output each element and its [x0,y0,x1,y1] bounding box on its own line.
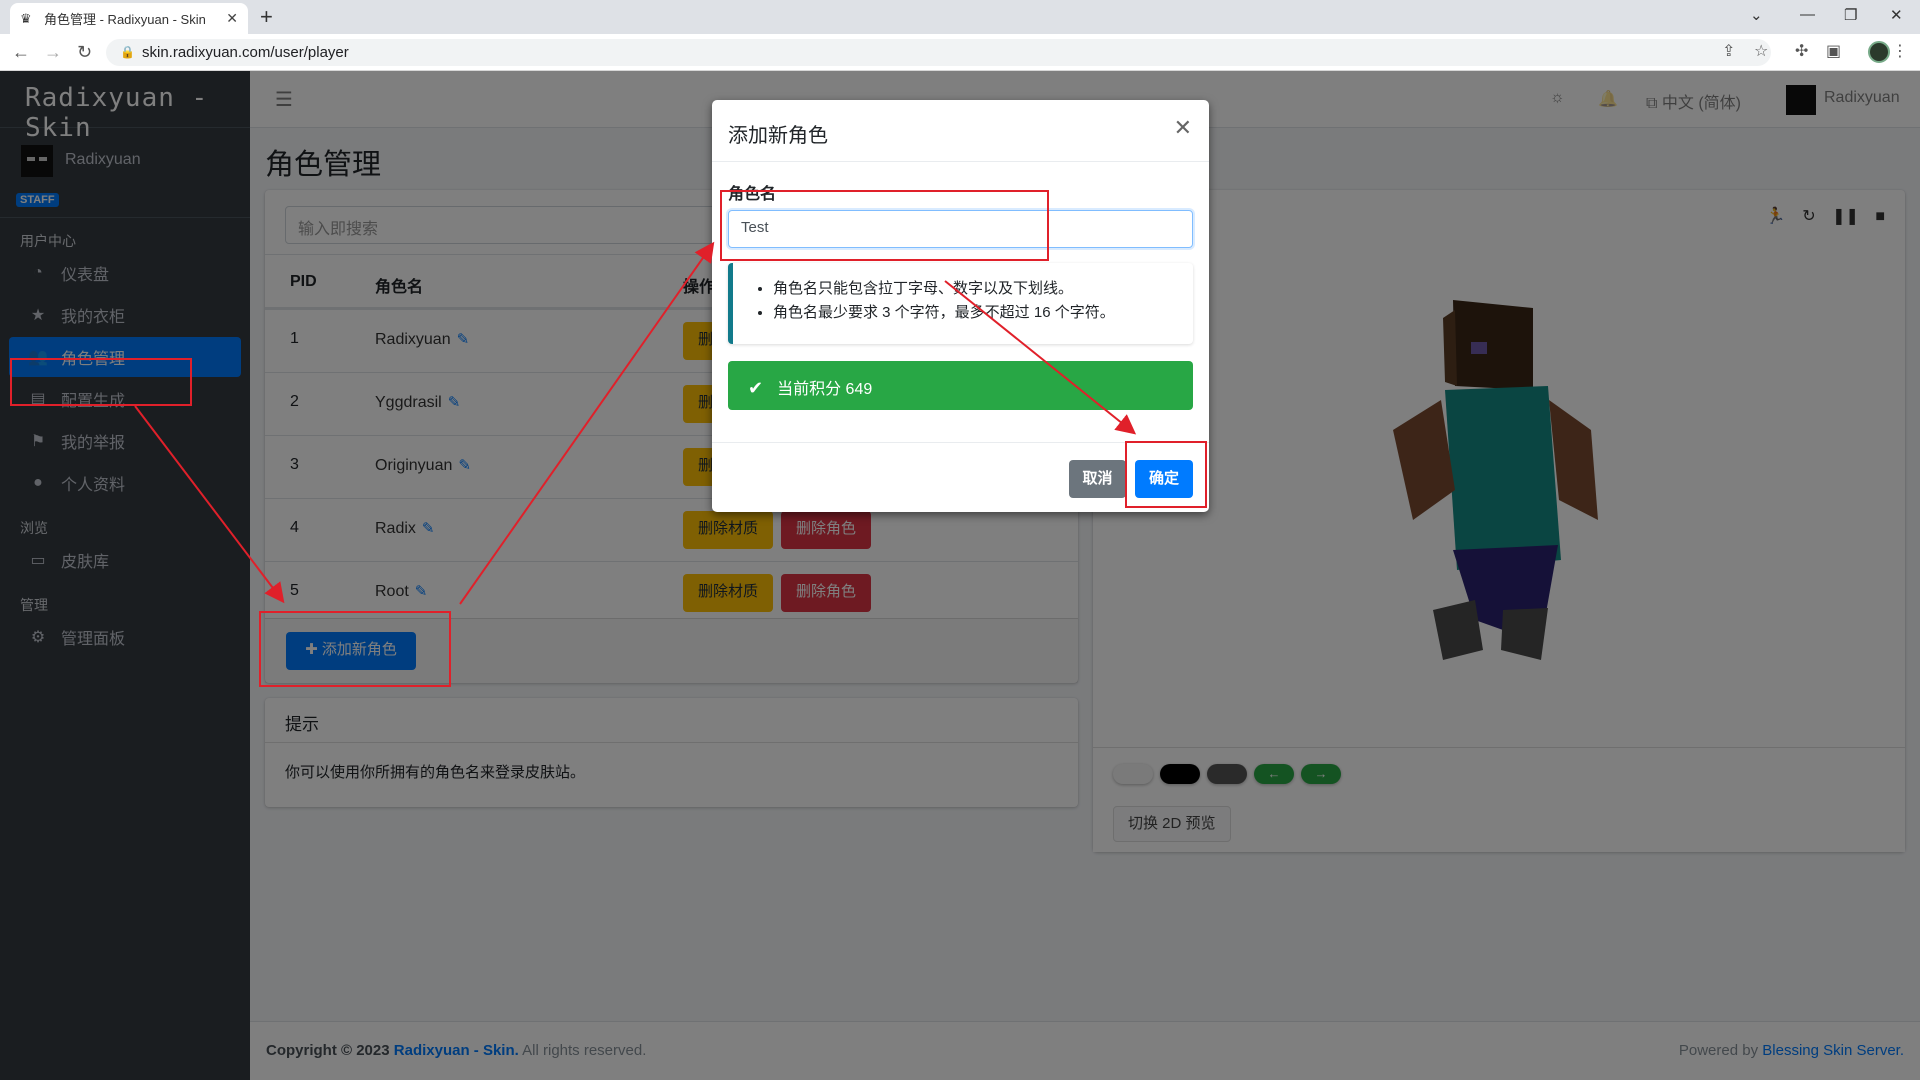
close-tab-icon[interactable]: ✕ [226,10,238,27]
share-icon[interactable]: ⇪ [1722,41,1735,61]
favicon-icon: ♛ [20,10,32,26]
modal-title: 添加新角色 [728,125,828,147]
forward-icon[interactable]: → [44,41,62,63]
address-bar: ← → ↻ 🔒 skin.radixyuan.com/user/player ⇪… [0,34,1920,71]
side-panel-icon[interactable]: ▣ [1826,41,1841,61]
lock-icon: 🔒 [120,45,135,59]
close-icon[interactable]: ✕ [1174,117,1192,139]
new-tab-icon[interactable]: + [260,6,273,28]
credit-alert: ✔ 当前积分 649 [728,361,1193,410]
highlight-box-add-button [259,611,451,687]
rule-item: 角色名只能包含拉丁字母、数字以及下划线。 [773,277,1193,301]
browser-tab[interactable]: ♛ 角色管理 - Radixyuan - Skin ✕ [10,3,248,34]
menu-kebab-icon[interactable]: ⋮ [1892,41,1908,61]
profile-avatar[interactable] [1868,41,1890,63]
url-text: skin.radixyuan.com/user/player [142,44,349,61]
rule-item: 角色名最少要求 3 个字符，最多不超过 16 个字符。 [773,301,1193,325]
minimize-icon[interactable]: — [1800,6,1815,23]
extensions-icon[interactable]: ✣ [1795,41,1808,61]
restore-icon[interactable]: ❐ [1844,6,1857,24]
highlight-box-name-field [720,190,1049,261]
highlight-box-sidebar [10,358,192,406]
tab-search-icon[interactable]: ⌄ [1750,6,1763,24]
back-icon[interactable]: ← [12,41,30,63]
cancel-button[interactable]: 取消 [1069,460,1126,498]
url-field[interactable]: 🔒 skin.radixyuan.com/user/player [106,39,1771,66]
tab-title: 角色管理 - Radixyuan - Skin [44,12,206,27]
modal-header: 添加新角色 ✕ [712,100,1209,162]
reload-icon[interactable]: ↻ [77,41,92,63]
name-rules-callout: 角色名只能包含拉丁字母、数字以及下划线。 角色名最少要求 3 个字符，最多不超过… [728,263,1193,344]
credit-text: 当前积分 649 [777,381,873,398]
bookmark-star-icon[interactable]: ☆ [1754,41,1768,61]
highlight-box-confirm [1125,441,1207,508]
browser-tab-bar: ♛ 角色管理 - Radixyuan - Skin ✕ + ⌄ — ❐ ✕ [0,0,1920,34]
close-window-icon[interactable]: ✕ [1890,6,1903,24]
check-icon: ✔ [748,378,764,398]
